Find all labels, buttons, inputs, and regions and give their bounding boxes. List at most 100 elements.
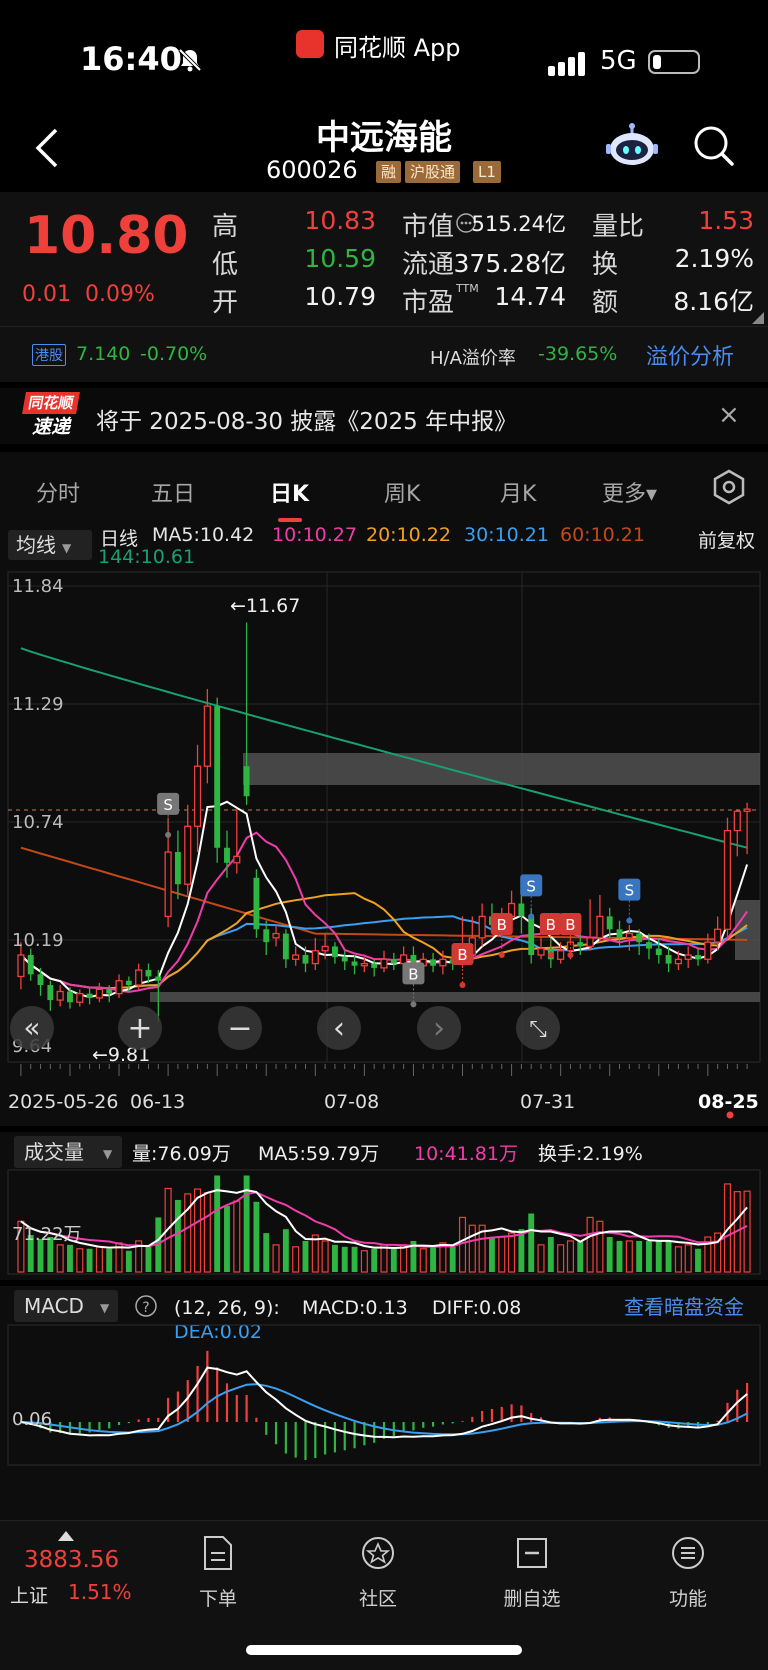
y-label-0: 11.84 xyxy=(12,576,64,597)
volume-bar xyxy=(684,1244,692,1273)
candle-body xyxy=(321,945,329,952)
volume-bar xyxy=(665,1240,672,1272)
tab-daily-k[interactable]: 日K xyxy=(270,476,309,508)
ma30-value: 30:10.21 xyxy=(464,524,549,546)
volume-bar xyxy=(508,1232,516,1273)
today-dot xyxy=(726,1111,734,1119)
nav-community[interactable]: 社区 xyxy=(338,1535,418,1611)
dark-pool-link[interactable]: 查看暗盘资金 xyxy=(624,1295,744,1319)
community-star-icon xyxy=(362,1537,394,1569)
candle-body xyxy=(714,928,722,943)
macd-params: (12, 26, 9): xyxy=(174,1297,280,1319)
x-label-2: 07-08 xyxy=(324,1091,379,1113)
value-market-cap: 515.24亿 xyxy=(471,212,566,236)
up-triangle-icon xyxy=(58,1531,74,1541)
candle-body xyxy=(302,955,309,964)
signal-dot xyxy=(626,917,633,924)
stock-code: 600026 xyxy=(266,156,358,184)
volume-bar xyxy=(430,1246,437,1272)
label-turnover: 换 xyxy=(592,250,619,280)
chart-settings-icon[interactable] xyxy=(710,468,748,506)
candle-body xyxy=(311,950,319,965)
kline-chart[interactable]: SBBBSBBS 11.84 11.29 10.74 10.19 9.64 ←1… xyxy=(0,570,768,1520)
nav-community-label: 社区 xyxy=(358,1588,397,1610)
nav-order[interactable]: 下单 xyxy=(178,1535,258,1611)
tab-weekly-k[interactable]: 周K xyxy=(384,476,420,508)
candle-body xyxy=(56,990,64,1001)
candle-body xyxy=(625,932,633,939)
search-icon[interactable] xyxy=(692,124,736,168)
notice-banner[interactable]: 同花顺 速递 将于 2025-08-30 披露《2025 年中报》 × xyxy=(0,382,768,444)
volume-bar xyxy=(537,1244,545,1273)
candle-body xyxy=(67,991,73,1003)
volume-bar xyxy=(390,1248,397,1272)
candle-body xyxy=(586,937,594,948)
remove-watchlist-icon xyxy=(517,1538,547,1568)
help-icon-glyph: ? xyxy=(142,1300,149,1316)
candle-body xyxy=(106,989,113,994)
tab-monthly-k[interactable]: 月K xyxy=(500,476,536,508)
volume-bar xyxy=(743,1190,751,1273)
volume-turnover: 换手:2.19% xyxy=(538,1143,643,1165)
candle-body xyxy=(518,903,525,917)
tag-level: L1 xyxy=(473,161,501,183)
tab-more[interactable]: 更多▾ xyxy=(602,476,657,508)
volume-bar xyxy=(321,1240,329,1273)
volume-bar xyxy=(547,1237,554,1272)
label-amount: 额 xyxy=(592,288,619,318)
volume-bar xyxy=(577,1240,584,1272)
candle-body xyxy=(292,954,300,960)
ma144-value: 144:10.61 xyxy=(98,546,196,568)
hk-tag: 港股 xyxy=(32,344,66,366)
volume-value: 量:76.09万 xyxy=(132,1143,231,1165)
volume-bar xyxy=(174,1199,181,1272)
index-value[interactable]: 3883.56 xyxy=(24,1547,119,1573)
candle-body xyxy=(390,959,397,964)
move-right-icon: › xyxy=(433,1011,445,1046)
volume-bar xyxy=(596,1220,604,1273)
ai-robot-icon[interactable] xyxy=(606,122,658,168)
nav-order-label: 下单 xyxy=(198,1588,237,1610)
volume-bar xyxy=(371,1248,378,1272)
candle-body xyxy=(351,961,358,966)
volume-bar xyxy=(674,1246,682,1273)
candle-body xyxy=(193,765,202,827)
candle-body xyxy=(341,957,348,962)
nav-functions[interactable]: 功能 xyxy=(648,1535,728,1611)
tab-intraday[interactable]: 分时 xyxy=(36,476,80,508)
adjust-mode[interactable]: 前复权 xyxy=(698,526,755,553)
ma-selector[interactable]: 均线 ▼ xyxy=(8,530,92,560)
last-price: 10.80 xyxy=(24,206,189,266)
tab-five-day[interactable]: 五日 xyxy=(151,476,195,508)
volume-bar xyxy=(145,1246,152,1272)
zoom-out-icon: − xyxy=(227,1011,252,1046)
macd-dea: DEA:0.02 xyxy=(174,1321,262,1343)
expand-corner-icon[interactable] xyxy=(752,312,764,324)
nav-remove-watchlist[interactable]: 删自选 xyxy=(492,1535,572,1611)
active-tab-indicator xyxy=(278,518,302,522)
volume-bar xyxy=(566,1240,574,1273)
candle-body xyxy=(557,950,565,960)
hk-share-row[interactable]: 港股 7.140 -0.70% H/A溢价率 -39.65% 溢价分析 xyxy=(0,326,768,382)
volume-bar xyxy=(67,1244,73,1272)
volume-bar xyxy=(272,1244,280,1273)
signal-icon xyxy=(548,52,585,76)
premium-analysis-link[interactable]: 溢价分析 xyxy=(646,339,734,371)
candle-body xyxy=(528,916,535,956)
label-open: 开 xyxy=(212,288,239,318)
macd-selector-label: MACD xyxy=(24,1294,84,1318)
volume-bar xyxy=(203,1192,211,1273)
hk-price: 7.140 xyxy=(76,343,131,365)
volume-bar xyxy=(360,1250,368,1273)
candle-body xyxy=(723,829,732,930)
signal-label: B xyxy=(497,916,507,934)
close-icon[interactable]: × xyxy=(718,400,740,430)
volume-bar xyxy=(224,1205,230,1272)
notice-text: 将于 2025-08-30 披露《2025 年中报》 xyxy=(96,409,518,435)
value-volume-ratio: 1.53 xyxy=(698,206,754,235)
candle-body xyxy=(616,929,623,938)
tag-connect: 沪股通 xyxy=(405,161,461,183)
macd-chevron-icon: ▼ xyxy=(100,1301,110,1315)
signal-dot xyxy=(165,831,172,838)
candle-body xyxy=(371,963,378,968)
